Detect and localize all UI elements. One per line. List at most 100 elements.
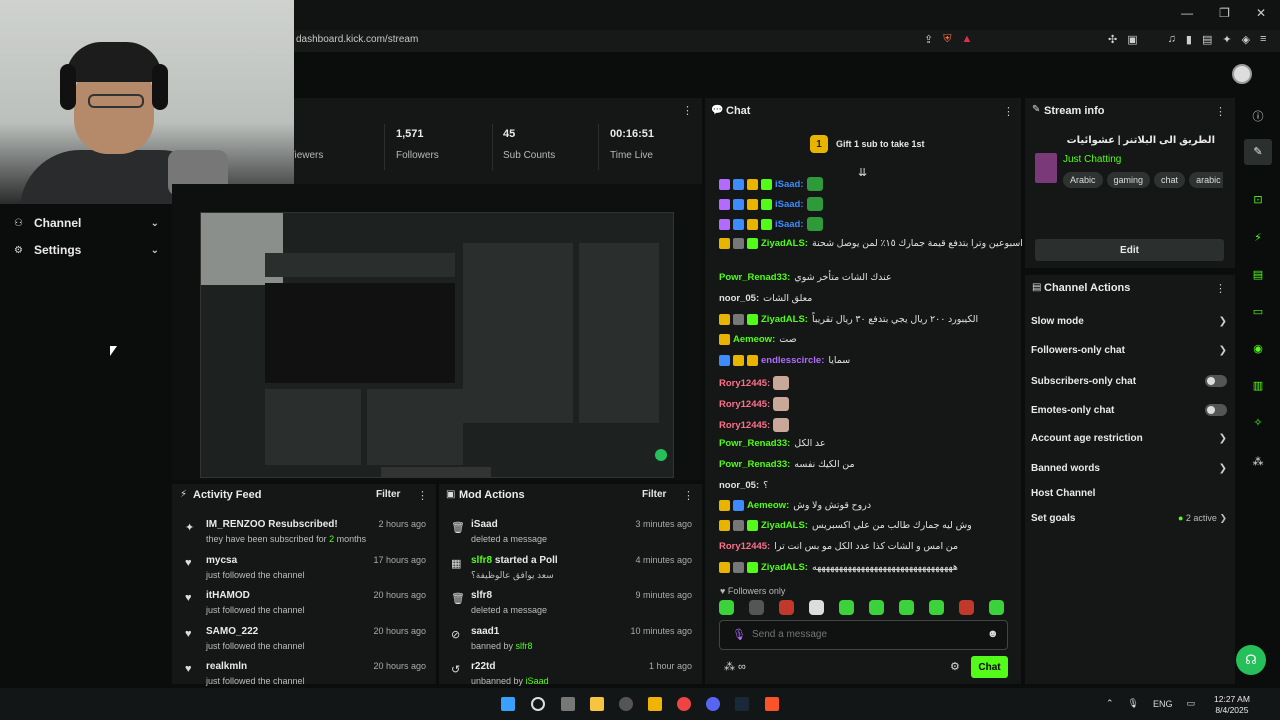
edit-layout-icon[interactable]: ✎ (1244, 139, 1272, 165)
minimize-icon[interactable]: — (1181, 6, 1193, 20)
banned-words-item[interactable]: Banned words ❯ (1031, 463, 1227, 474)
chevron-up-icon[interactable]: ⌃ (1106, 698, 1114, 709)
edit-stream-button[interactable]: Edit (1035, 239, 1224, 261)
set-goals-item[interactable]: Set goals ● 2 active ❯ (1031, 513, 1227, 524)
rewards-icon[interactable]: ▲ (961, 33, 972, 46)
activity-filter-button[interactable]: Filter (376, 489, 400, 500)
sidebar-icon[interactable]: ▮ (1186, 33, 1192, 46)
account-age-item[interactable]: Account age restriction ❯ (1031, 433, 1227, 444)
steam-icon[interactable] (735, 697, 749, 711)
emote[interactable] (839, 600, 854, 615)
emote[interactable] (929, 600, 944, 615)
kebab-icon[interactable]: ⋮ (682, 104, 693, 117)
chat-settings-icon[interactable]: ⚙ (950, 660, 960, 673)
tag[interactable]: Arabic (1063, 172, 1103, 188)
subscribers-only-toggle[interactable] (1205, 375, 1227, 387)
chat-input-box[interactable]: 🎙 ☻ (719, 620, 1008, 650)
nav-settings[interactable]: ⚙ Settings ⌄ (14, 243, 159, 257)
layout-icon[interactable]: ▥ (1251, 379, 1265, 393)
more-icon[interactable]: ⁂ (1251, 455, 1265, 469)
lightning-icon[interactable]: ⚡ (1251, 231, 1265, 245)
url-text[interactable]: dashboard.kick.com/stream (296, 34, 418, 45)
microphone-icon[interactable]: 🎙 (1128, 698, 1139, 709)
language-indicator[interactable]: ENG (1153, 699, 1173, 709)
brave-icon[interactable] (765, 697, 779, 711)
chat-username[interactable]: noor_05: (719, 293, 759, 304)
chat-icon[interactable]: ▭ (1251, 305, 1265, 319)
microphone-icon[interactable]: 🎙 (732, 628, 746, 641)
chrome-icon[interactable] (677, 697, 691, 711)
brave-shield-icon[interactable]: ⛨ (943, 33, 951, 46)
kebab-icon[interactable]: ⋮ (683, 489, 694, 502)
leo-icon[interactable]: ✦ (1222, 33, 1231, 46)
broadcast-icon[interactable]: ◉ (1251, 342, 1265, 356)
emote[interactable] (719, 600, 734, 615)
kebab-icon[interactable]: ⋮ (1003, 105, 1014, 118)
clip-icon[interactable]: ⊡ (1251, 193, 1265, 207)
slow-mode-item[interactable]: Slow mode ❯ (1031, 316, 1227, 327)
emote[interactable] (989, 600, 1004, 615)
discord-icon[interactable] (706, 697, 720, 711)
chat-username[interactable]: Rory12445: (719, 420, 770, 431)
start-icon[interactable] (501, 697, 515, 711)
scroll-down-icon[interactable]: ⇊ (858, 166, 867, 179)
network-icon[interactable]: ▭ (1187, 698, 1196, 709)
chat-username[interactable]: ZiyadALS: (761, 520, 808, 531)
chat-username[interactable]: Aemeow: (733, 334, 775, 345)
maximize-icon[interactable]: ❐ (1219, 6, 1230, 20)
chat-input[interactable] (752, 629, 972, 640)
chat-username[interactable]: iSaad: (775, 199, 804, 210)
send-chat-button[interactable]: Chat (971, 656, 1008, 678)
emotes-only-toggle[interactable] (1205, 404, 1227, 416)
file-explorer-icon[interactable] (590, 697, 604, 711)
kebab-icon[interactable]: ⋮ (1215, 105, 1226, 118)
close-icon[interactable]: ✕ (1256, 6, 1266, 20)
menu-icon[interactable]: ≡ (1260, 33, 1266, 46)
emote[interactable] (779, 600, 794, 615)
extensions-icon[interactable]: ✣ (1108, 33, 1117, 46)
mod-username[interactable]: iSaad (526, 676, 549, 686)
emote[interactable] (959, 600, 974, 615)
share-icon[interactable]: ⇪ (924, 33, 933, 46)
stream-category[interactable]: Just Chatting (1063, 154, 1121, 165)
chat-username[interactable]: ZiyadALS: (761, 238, 808, 249)
gift-sub-banner[interactable]: 1 Gift 1 sub to take 1st (810, 135, 925, 153)
wrench-icon[interactable]: ✧ (1251, 416, 1265, 430)
chat-username[interactable]: Rory12445: (719, 541, 770, 552)
folder-icon[interactable] (648, 697, 662, 711)
document-icon[interactable]: ▤ (1251, 268, 1265, 282)
wallet-icon[interactable]: ▤ (1202, 33, 1212, 46)
kick-points-icon[interactable]: ⁂ ∞ (724, 660, 746, 673)
system-clock[interactable]: 12:27 AM 8/4/2025 (1214, 694, 1250, 716)
kebab-icon[interactable]: ⋮ (417, 489, 428, 502)
chat-username[interactable]: noor_05: (719, 480, 759, 491)
tag[interactable]: chat (1154, 172, 1186, 188)
mod-username[interactable]: slfr8 (471, 555, 492, 566)
kebab-icon[interactable]: ⋮ (1215, 282, 1226, 295)
emote[interactable] (749, 600, 764, 615)
avatar[interactable] (1232, 64, 1252, 84)
chat-username[interactable]: endlesscircle: (761, 355, 824, 366)
chat-username[interactable]: Powr_Renad33: (719, 459, 790, 470)
chat-username[interactable]: Rory12445: (719, 378, 770, 389)
vpn-icon[interactable]: ◈ (1242, 33, 1250, 46)
followers-only-item[interactable]: Followers-only chat ❯ (1031, 345, 1227, 356)
chat-username[interactable]: Aemeow: (747, 500, 789, 511)
mod-filter-button[interactable]: Filter (642, 489, 666, 500)
nav-channel[interactable]: ⚇ Channel ⌄ (14, 216, 159, 230)
chat-username[interactable]: iSaad: (775, 219, 804, 230)
emoji-icon[interactable]: ☻ (987, 628, 999, 640)
screenshot-icon[interactable]: ▣ (1127, 33, 1137, 46)
support-button[interactable]: ☊ (1236, 645, 1266, 675)
chat-username[interactable]: Powr_Renad33: (719, 438, 790, 449)
search-icon[interactable] (531, 697, 545, 711)
chat-username[interactable]: Powr_Renad33: (719, 272, 790, 283)
task-view-icon[interactable] (561, 697, 575, 711)
emote[interactable] (809, 600, 824, 615)
host-channel-item[interactable]: Host Channel (1031, 488, 1227, 499)
mod-username[interactable]: slfr8 (516, 641, 533, 651)
chat-username[interactable]: Rory12445: (719, 399, 770, 410)
chat-username[interactable]: ZiyadALS: (761, 562, 808, 573)
emote[interactable] (899, 600, 914, 615)
info-icon[interactable]: ⓘ (1251, 108, 1265, 123)
